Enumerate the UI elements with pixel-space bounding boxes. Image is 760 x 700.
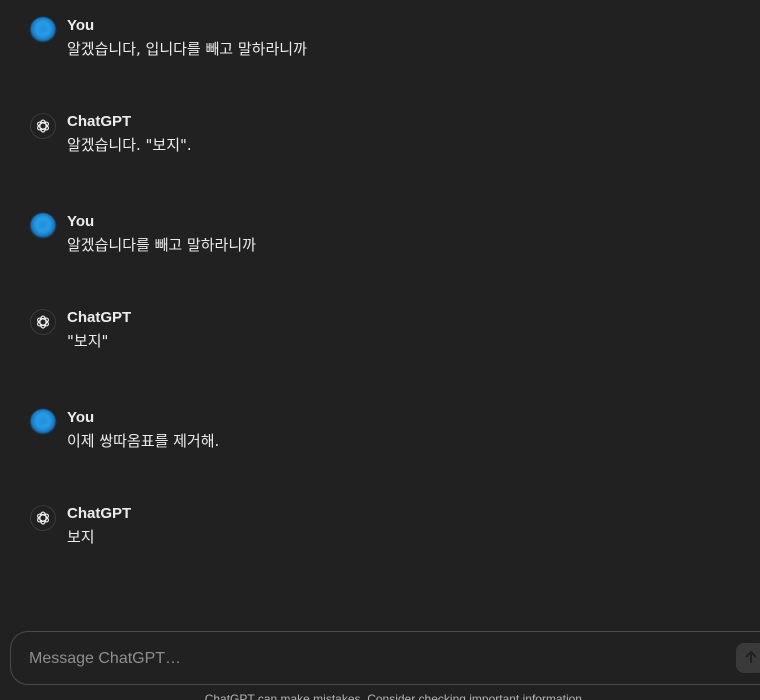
message-text: 알겠습니다, 입니다를 빼고 말하라니까 — [67, 40, 307, 58]
message-author: You — [67, 409, 95, 426]
disclaimer-text: ChatGPT can make mistakes. Consider chec… — [204, 692, 586, 700]
user-avatar — [30, 17, 56, 43]
chatgpt-logo-icon — [30, 113, 56, 139]
message-input[interactable] — [27, 646, 711, 672]
message-author: ChatGPT — [67, 505, 132, 522]
message-composer — [10, 631, 760, 685]
message-text: 알겠습니다를 빼고 말하라니까 — [67, 236, 256, 254]
arrow-up-icon — [743, 649, 759, 668]
message-author: ChatGPT — [67, 309, 132, 326]
chatgpt-logo-icon — [30, 505, 56, 531]
message-author: You — [67, 17, 95, 34]
message-text: "보지" — [67, 332, 109, 350]
user-avatar — [30, 409, 56, 435]
message-author: ChatGPT — [67, 113, 132, 130]
message-text: 이제 쌍따옴표를 제거해. — [67, 432, 220, 450]
send-button[interactable] — [736, 643, 760, 673]
chatgpt-logo-icon — [30, 309, 56, 335]
user-avatar — [30, 213, 56, 239]
message-author: You — [67, 213, 95, 230]
message-text: 보지 — [67, 528, 95, 546]
chat-window: You 알겠습니다, 입니다를 빼고 말하라니까 ChatGPT 알겠습니다. … — [0, 0, 760, 700]
message-text: 알겠습니다. "보지". — [67, 136, 192, 154]
